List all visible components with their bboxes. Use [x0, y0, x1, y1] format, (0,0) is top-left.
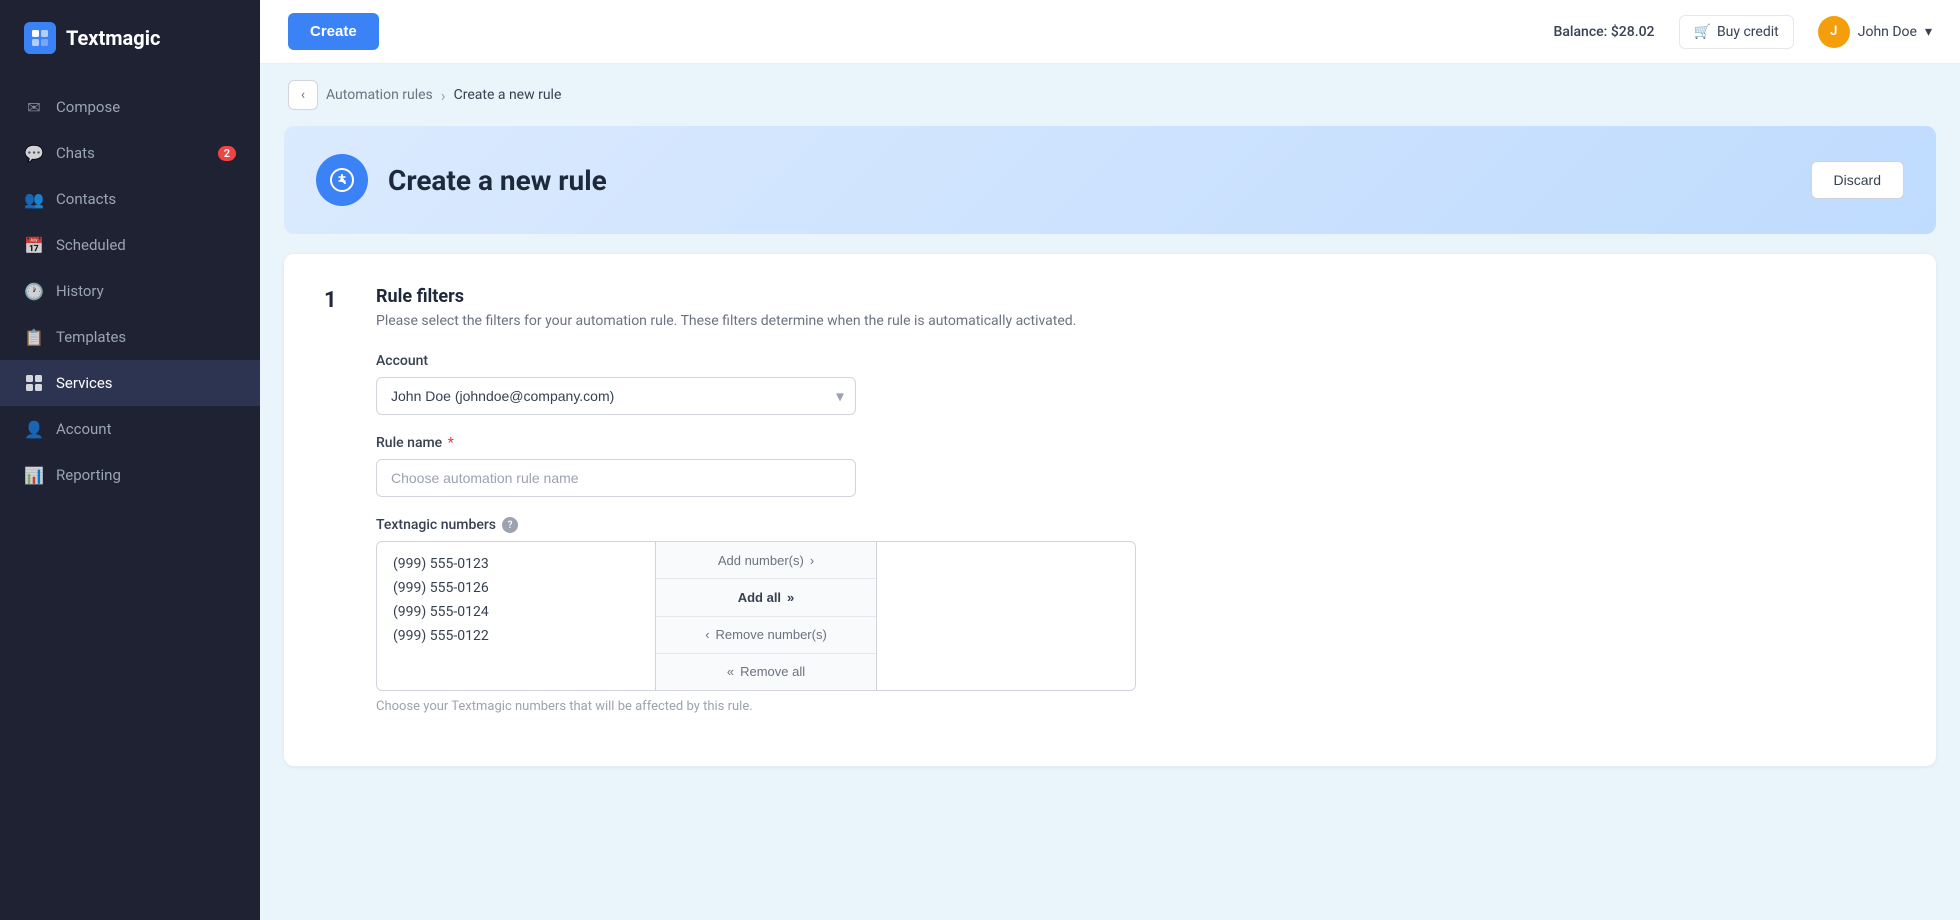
main-area: Create Balance: $28.02 🛒 Buy credit J Jo…	[260, 0, 1960, 920]
account-field-group: Account John Doe (johndoe@company.com) ▾	[376, 353, 1896, 415]
number-item[interactable]: (999) 555-0124	[387, 600, 645, 624]
logo-icon	[24, 22, 56, 54]
breadcrumb: ‹ Automation rules › Create a new rule	[284, 64, 1936, 126]
chats-badge: 2	[218, 146, 236, 161]
buy-credit-label: Buy credit	[1717, 24, 1779, 40]
sidebar-label-contacts: Contacts	[56, 190, 116, 208]
numbers-note: Choose your Textmagic numbers that will …	[376, 699, 1896, 714]
remove-numbers-label: Remove number(s)	[716, 627, 827, 642]
remove-numbers-button[interactable]: ‹ Remove number(s)	[656, 617, 876, 654]
form-card: 1 Rule filters Please select the filters…	[284, 254, 1936, 766]
rule-section-desc: Please select the filters for your autom…	[376, 313, 1896, 329]
account-icon: 👤	[24, 419, 44, 439]
number-item[interactable]: (999) 555-0123	[387, 552, 645, 576]
account-select-wrapper: John Doe (johndoe@company.com) ▾	[376, 377, 856, 415]
add-numbers-label: Add number(s)	[718, 553, 804, 568]
sidebar-item-history[interactable]: 🕐 History	[0, 268, 260, 314]
page-header-left: Create a new rule	[316, 154, 607, 206]
number-item[interactable]: (999) 555-0126	[387, 576, 645, 600]
chevron-down-icon: ▾	[1925, 24, 1932, 40]
sidebar-label-services: Services	[56, 374, 113, 392]
scheduled-icon: 📅	[24, 235, 44, 255]
sidebar-logo: Textmagic	[0, 0, 260, 76]
breadcrumb-current: Create a new rule	[454, 87, 562, 103]
step-number: 1	[324, 286, 348, 734]
sidebar: Textmagic ✉ Compose 💬 Chats 2 👥 Contacts…	[0, 0, 260, 920]
sidebar-label-compose: Compose	[56, 98, 120, 116]
services-icon	[24, 373, 44, 393]
numbers-selected-list	[876, 541, 1136, 691]
account-label: Account	[376, 353, 1896, 369]
user-name: John Doe	[1858, 24, 1917, 40]
buy-credit-button[interactable]: 🛒 Buy credit	[1679, 15, 1794, 49]
breadcrumb-parent: Automation rules	[326, 87, 433, 103]
rule-section: 1 Rule filters Please select the filters…	[324, 286, 1896, 734]
textmagic-numbers-group: Textnagic numbers ? (999) 555-0123 (999)…	[376, 517, 1896, 714]
reporting-icon: 📊	[24, 465, 44, 485]
add-numbers-button[interactable]: Add number(s) ›	[656, 542, 876, 579]
discard-button[interactable]: Discard	[1811, 161, 1904, 199]
header: Create Balance: $28.02 🛒 Buy credit J Jo…	[260, 0, 1960, 64]
cart-icon: 🛒	[1694, 24, 1711, 40]
sidebar-item-compose[interactable]: ✉ Compose	[0, 84, 260, 130]
sidebar-nav: ✉ Compose 💬 Chats 2 👥 Contacts 📅 Schedul…	[0, 76, 260, 920]
create-button[interactable]: Create	[288, 13, 379, 50]
rule-name-field-group: Rule name *	[376, 435, 1896, 497]
remove-all-arrow-icon: «	[727, 664, 734, 679]
header-left: Create	[288, 13, 379, 50]
remove-numbers-arrow-icon: ‹	[705, 627, 709, 642]
breadcrumb-back-button[interactable]: ‹	[288, 80, 318, 110]
app-name: Textmagic	[66, 26, 160, 50]
page-title: Create a new rule	[388, 164, 607, 197]
required-indicator: *	[448, 435, 454, 451]
user-menu[interactable]: J John Doe ▾	[1818, 16, 1932, 48]
numbers-label: Textnagic numbers ?	[376, 517, 1896, 533]
rule-section-title: Rule filters	[376, 286, 1896, 307]
balance-display: Balance: $28.02	[1554, 24, 1655, 40]
page-header-icon	[316, 154, 368, 206]
sidebar-item-reporting[interactable]: 📊 Reporting	[0, 452, 260, 498]
sidebar-item-scheduled[interactable]: 📅 Scheduled	[0, 222, 260, 268]
sidebar-item-services[interactable]: Services	[0, 360, 260, 406]
number-item[interactable]: (999) 555-0122	[387, 624, 645, 648]
sidebar-item-account[interactable]: 👤 Account	[0, 406, 260, 452]
user-avatar: J	[1818, 16, 1850, 48]
contacts-icon: 👥	[24, 189, 44, 209]
sidebar-item-contacts[interactable]: 👥 Contacts	[0, 176, 260, 222]
add-all-arrow-icon: »	[787, 590, 794, 605]
sidebar-label-templates: Templates	[56, 328, 126, 346]
rule-name-input[interactable]	[376, 459, 856, 497]
rule-content: Rule filters Please select the filters f…	[376, 286, 1896, 734]
page-header-card: Create a new rule Discard	[284, 126, 1936, 234]
sidebar-label-account: Account	[56, 420, 112, 438]
templates-icon: 📋	[24, 327, 44, 347]
numbers-transfer: (999) 555-0123 (999) 555-0126 (999) 555-…	[376, 541, 1136, 691]
content-area: ‹ Automation rules › Create a new rule C…	[260, 64, 1960, 920]
add-all-label: Add all	[738, 590, 781, 605]
chats-icon: 💬	[24, 143, 44, 163]
sidebar-label-chats: Chats	[56, 144, 95, 162]
history-icon: 🕐	[24, 281, 44, 301]
sidebar-label-scheduled: Scheduled	[56, 236, 126, 254]
sidebar-label-reporting: Reporting	[56, 466, 121, 484]
sidebar-item-templates[interactable]: 📋 Templates	[0, 314, 260, 360]
numbers-available-list: (999) 555-0123 (999) 555-0126 (999) 555-…	[376, 541, 656, 691]
account-select[interactable]: John Doe (johndoe@company.com)	[376, 377, 856, 415]
sidebar-label-history: History	[56, 282, 104, 300]
compose-icon: ✉	[24, 97, 44, 117]
remove-all-button[interactable]: « Remove all	[656, 654, 876, 690]
header-right: Balance: $28.02 🛒 Buy credit J John Doe …	[1554, 15, 1932, 49]
rule-name-label: Rule name *	[376, 435, 1896, 451]
numbers-help-icon[interactable]: ?	[502, 517, 518, 533]
add-numbers-arrow-icon: ›	[810, 553, 814, 568]
remove-all-label: Remove all	[740, 664, 805, 679]
numbers-controls: Add number(s) › Add all » ‹ Remove numbe…	[656, 541, 876, 691]
sidebar-item-chats[interactable]: 💬 Chats 2	[0, 130, 260, 176]
breadcrumb-separator: ›	[441, 86, 446, 105]
add-all-button[interactable]: Add all »	[656, 579, 876, 616]
